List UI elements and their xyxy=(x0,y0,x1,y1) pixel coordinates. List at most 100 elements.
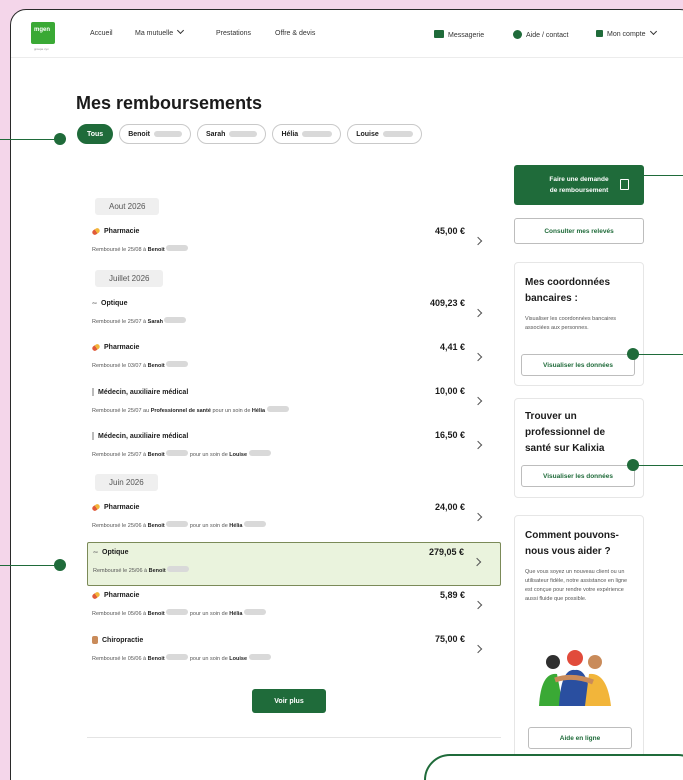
blurred-surname xyxy=(166,654,189,660)
filter-helia[interactable]: Hélia xyxy=(272,124,342,144)
beneficiary-filters: Tous Benoit Sarah Hélia Louise xyxy=(77,124,422,144)
amount: 10,00 € xyxy=(434,386,465,396)
reimbursement-detail: Remboursé le 25/06 à Benoit pour un soin… xyxy=(92,521,496,529)
logo-text: mgen xyxy=(34,27,51,33)
blurred-surname xyxy=(166,245,189,251)
sub-mid: pour un soin de xyxy=(188,523,230,529)
month-label: Juin 2026 xyxy=(95,474,158,491)
reimbursement-row[interactable]: Pharmacie Remboursé le 25/06 à Benoit pou… xyxy=(87,498,501,542)
category-label: Optique xyxy=(102,549,129,556)
sub-prefix: Remboursé le 25/07 à xyxy=(92,452,148,458)
chat-widget[interactable] xyxy=(424,754,683,780)
chevron-right-icon xyxy=(473,512,483,522)
reimbursement-detail: Remboursé le 25/06 à Benoit xyxy=(93,566,495,574)
mon-compte-menu[interactable]: Mon compte xyxy=(596,27,657,38)
category-label: Pharmacie xyxy=(104,228,140,235)
sub-mid: pour un soin de xyxy=(188,611,230,617)
compte-label: Mon compte xyxy=(607,31,646,38)
divider xyxy=(87,737,501,738)
reimbursement-detail: Remboursé le 05/06 à Benoit pour un soin… xyxy=(92,609,496,617)
month-header: Juillet 2026 xyxy=(87,266,501,294)
chevron-down-icon xyxy=(649,27,657,36)
patient-name: Hélia xyxy=(229,523,243,529)
amount: 45,00 € xyxy=(434,226,465,236)
filter-louise[interactable]: Louise xyxy=(347,124,422,144)
page-title: Mes remboursements xyxy=(76,93,263,113)
voir-plus-button[interactable]: Voir plus xyxy=(252,689,326,713)
category-label: Pharmacie xyxy=(104,344,140,351)
sub-prefix: Remboursé le 25/08 à xyxy=(92,247,148,253)
amount: 5,89 € xyxy=(439,590,465,600)
sub-mid: pour un soin de xyxy=(188,656,230,662)
beneficiary-name: Benoit xyxy=(147,247,165,253)
beneficiary-name: Benoit xyxy=(147,452,165,458)
document-icon xyxy=(620,179,629,190)
patient-name: Hélia xyxy=(251,408,266,414)
nav-ma-mutuelle[interactable]: Ma mutuelle xyxy=(135,26,185,37)
sub-prefix: Remboursé le 05/06 à xyxy=(92,611,148,617)
messagerie-label: Messagerie xyxy=(448,32,485,39)
blurred-surname xyxy=(248,450,271,456)
blurred-surname xyxy=(243,521,266,527)
filter-sarah[interactable]: Sarah xyxy=(196,124,267,144)
blurred-surname xyxy=(166,609,189,615)
consulter-releves-button[interactable]: Consulter mes relevés xyxy=(514,218,644,244)
beneficiary-name: Sarah xyxy=(147,319,163,325)
card-title: Mes coordonnées bancaires : xyxy=(525,277,611,304)
category-label: Pharmacie xyxy=(104,504,140,511)
sub-prefix: Remboursé le 25/07 à xyxy=(92,319,148,325)
reimbursement-row[interactable]: Pharmacie Remboursé le 03/07 à Benoit 4,4… xyxy=(87,338,501,382)
category-label: Chiropractie xyxy=(102,636,144,644)
pill-icon xyxy=(91,503,101,512)
nav-prestations[interactable]: Prestations xyxy=(216,30,251,37)
aide-contact-link[interactable]: Aide / contact xyxy=(513,30,568,39)
annotation-dot xyxy=(54,559,66,571)
beneficiary-name: Benoit xyxy=(147,656,165,662)
blurred-surname xyxy=(302,131,333,137)
blurred-surname xyxy=(266,406,289,412)
patient-name: Louise xyxy=(229,656,248,662)
faire-demande-button[interactable]: Faire une demande de remboursement xyxy=(514,165,644,205)
amount: 24,00 € xyxy=(434,502,465,512)
month-label: Juillet 2026 xyxy=(95,270,164,287)
sub-prefix: Remboursé le 25/06 à xyxy=(93,568,149,574)
card-text: Visualiser les coordonnées bancaires ass… xyxy=(525,316,617,331)
nav-accueil[interactable]: Accueil xyxy=(90,30,113,37)
blurred-surname xyxy=(248,654,271,660)
help-icon xyxy=(513,30,522,39)
glasses-icon: ∾ xyxy=(92,301,98,307)
category-label: Médecin, auxiliaire médical xyxy=(98,432,189,440)
logo-subtext: groupe vyv xyxy=(34,47,49,51)
mgen-logo[interactable]: mgen groupe vyv xyxy=(31,22,55,51)
visualiser-professionnel-button[interactable]: Visualiser les données xyxy=(521,465,635,487)
blurred-surname xyxy=(153,131,182,137)
reimbursement-row[interactable]: Médecin, auxiliaire médical Remboursé le … xyxy=(87,382,501,426)
stethoscope-icon xyxy=(92,432,94,440)
card-title: Trouver un professionnel de santé sur Ka… xyxy=(525,411,606,454)
amount: 75,00 € xyxy=(434,634,465,644)
nav-label: Accueil xyxy=(90,30,113,37)
reimbursement-detail: Remboursé le 25/07 au Professionnel de s… xyxy=(92,406,496,414)
messagerie-link[interactable]: Messagerie xyxy=(434,30,484,39)
filter-tous[interactable]: Tous xyxy=(77,124,114,144)
reimbursement-row[interactable]: Chiropractie Remboursé le 05/06 à Benoit … xyxy=(87,630,501,674)
reimbursement-row[interactable]: Pharmacie Remboursé le 05/06 à Benoit pou… xyxy=(87,586,501,630)
month-header: Juin 2026 xyxy=(87,470,501,498)
reimbursement-row[interactable]: ∾ Optique Remboursé le 25/07 à Sarah 409,2… xyxy=(87,294,501,338)
chevron-right-icon xyxy=(473,352,483,362)
sub-mid: pour un soin de xyxy=(188,452,230,458)
aide-en-ligne-button[interactable]: Aide en ligne xyxy=(528,727,632,749)
top-navigation: mgen groupe vyv Accueil Ma mutuelle Pres… xyxy=(11,10,683,58)
chevron-right-icon xyxy=(473,440,483,450)
patient-name: Louise xyxy=(229,452,248,458)
aide-label: Aide / contact xyxy=(526,32,569,39)
reimbursement-list: Aout 2026 Pharmacie Remboursé le 25/08 à B… xyxy=(87,188,501,674)
people-hug-illustration xyxy=(539,650,611,706)
visualiser-coordonnees-button[interactable]: Visualiser les données xyxy=(521,354,635,376)
chevron-right-icon xyxy=(473,308,483,318)
filter-benoit[interactable]: Benoit xyxy=(119,124,191,144)
reimbursement-row[interactable]: Pharmacie Remboursé le 25/08 à Benoit 45,… xyxy=(87,222,501,266)
nav-offre-devis[interactable]: Offre & devis xyxy=(275,30,315,37)
reimbursement-row[interactable]: Médecin, auxiliaire médical Remboursé le … xyxy=(87,426,501,470)
reimbursement-row[interactable]: ∾ Optique Remboursé le 25/06 à Benoit 279,… xyxy=(87,542,501,586)
